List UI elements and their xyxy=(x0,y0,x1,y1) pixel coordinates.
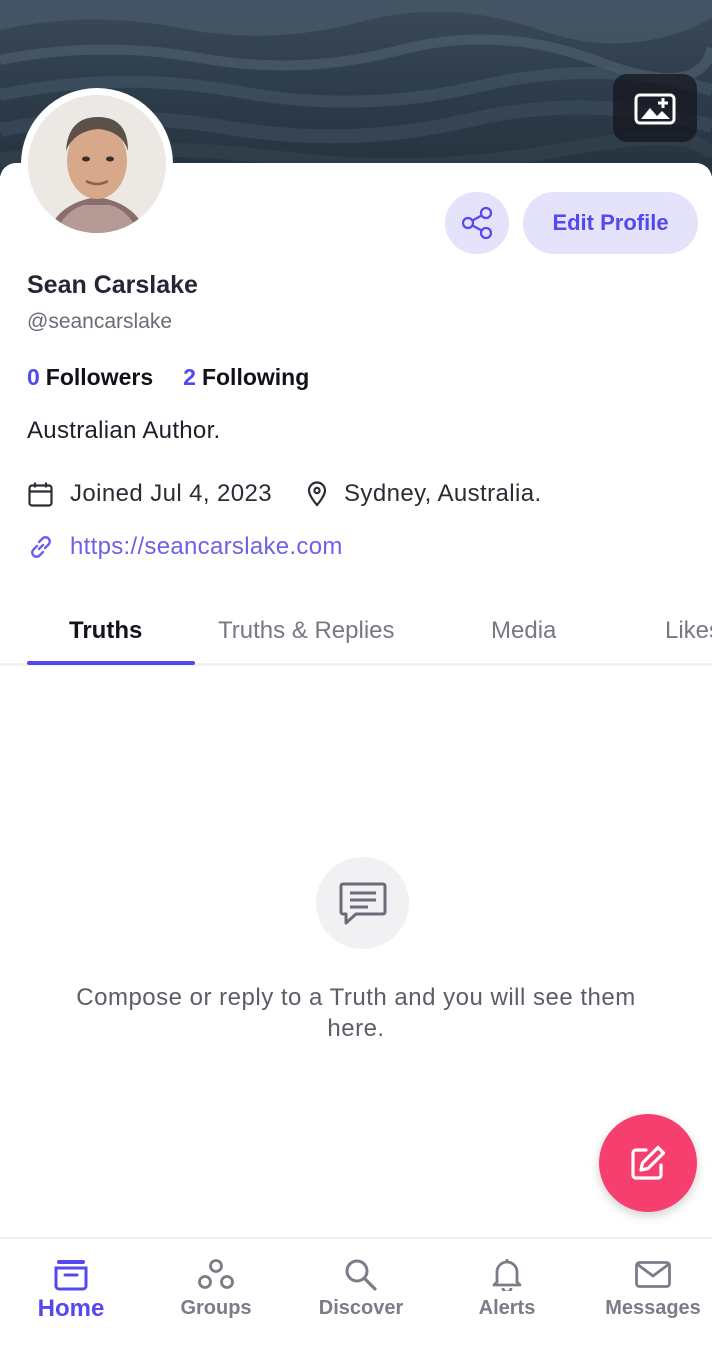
tab-media[interactable]: Media xyxy=(491,617,556,645)
calendar-icon xyxy=(28,482,53,507)
nav-home[interactable]: Home xyxy=(1,1257,141,1323)
nav-messages-label: Messages xyxy=(605,1297,701,1319)
joined-info: Joined Jul 4, 2023 xyxy=(27,480,272,508)
edit-profile-button[interactable]: Edit Profile xyxy=(523,192,698,254)
profile-tabs: Truths Truths & Replies Media Likes xyxy=(0,605,712,666)
tab-likes[interactable]: Likes xyxy=(665,617,712,645)
mail-icon xyxy=(635,1261,671,1288)
display-name: Sean Carslake xyxy=(27,271,198,299)
following-label: Following xyxy=(201,364,310,390)
nav-alerts-label: Alerts xyxy=(478,1297,536,1319)
tab-truths-replies[interactable]: Truths & Replies xyxy=(218,617,395,645)
nav-messages[interactable]: Messages xyxy=(583,1257,712,1320)
nav-alerts[interactable]: Alerts xyxy=(437,1257,577,1320)
location-text: Sydney, Australia. xyxy=(344,480,542,507)
bio-text: Australian Author. xyxy=(27,417,221,444)
add-photo-icon xyxy=(634,93,676,125)
profile-meta: Joined Jul 4, 2023 Sydney, Australia. xyxy=(27,480,542,508)
home-icon xyxy=(54,1260,88,1291)
username-handle: @seancarslake xyxy=(27,310,173,333)
followers-count: 0 xyxy=(27,364,40,390)
groups-icon xyxy=(198,1259,234,1289)
nav-discover[interactable]: Discover xyxy=(291,1257,431,1320)
empty-state-message: Compose or reply to a Truth and you will… xyxy=(76,984,636,1042)
share-button[interactable] xyxy=(445,192,509,254)
change-cover-button[interactable] xyxy=(613,74,697,142)
bell-icon xyxy=(492,1259,522,1291)
compose-button[interactable] xyxy=(599,1114,697,1212)
avatar-photo xyxy=(28,95,166,233)
website-url: https://seancarslake.com xyxy=(70,533,343,560)
following-link[interactable]: 2 Following xyxy=(183,364,309,391)
search-icon xyxy=(345,1259,377,1291)
tab-truths[interactable]: Truths xyxy=(69,617,142,645)
compose-icon xyxy=(631,1145,666,1180)
followers-link[interactable]: 0 Followers xyxy=(27,364,153,391)
website-link[interactable]: https://seancarslake.com xyxy=(27,533,343,561)
nav-discover-label: Discover xyxy=(318,1297,404,1319)
nav-home-label: Home xyxy=(37,1295,105,1322)
message-icon xyxy=(339,882,386,925)
nav-groups[interactable]: Groups xyxy=(146,1257,286,1320)
share-icon xyxy=(461,206,493,240)
follow-stats: 0 Followers 2 Following xyxy=(27,364,309,391)
following-count: 2 xyxy=(183,364,196,390)
bottom-navigation: Home Groups Discover Alerts Messages xyxy=(0,1237,712,1358)
nav-groups-label: Groups xyxy=(180,1297,252,1319)
followers-label: Followers xyxy=(45,364,154,390)
location-pin-icon xyxy=(307,481,327,507)
joined-date: Joined Jul 4, 2023 xyxy=(70,480,273,507)
link-icon xyxy=(31,536,51,558)
empty-state-icon-circle xyxy=(316,857,409,949)
avatar[interactable] xyxy=(21,88,173,240)
active-tab-indicator xyxy=(27,661,195,665)
location-info: Sydney, Australia. xyxy=(306,480,542,508)
